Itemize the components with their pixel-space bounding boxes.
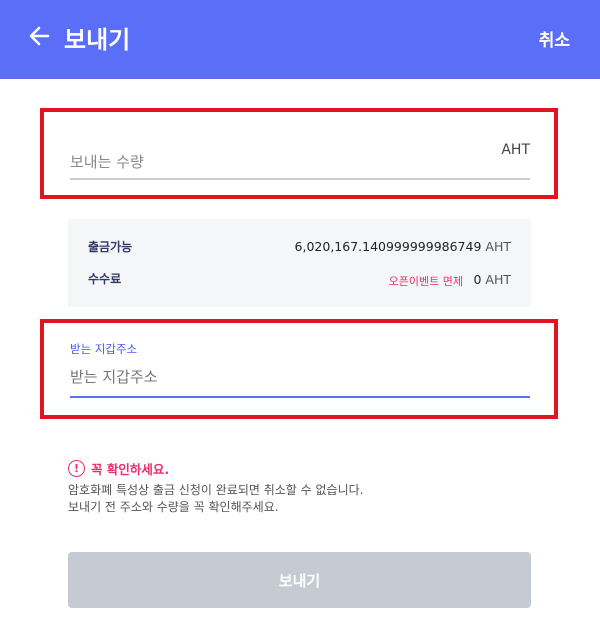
fee-event-badge: 오픈이벤트 면제 xyxy=(388,275,463,288)
fee-unit: AHT xyxy=(485,272,511,287)
fee-amount: 0 xyxy=(473,272,482,287)
amount-underline xyxy=(70,178,530,180)
notice-title: 꼭 확인하세요. xyxy=(91,461,170,477)
notice-title-row: ! 꼭 확인하세요. xyxy=(68,458,538,478)
notice-line-2: 보내기 전 주소와 수량을 꼭 확인해주세요. xyxy=(68,500,279,514)
exclamation-circle-icon: ! xyxy=(68,459,85,477)
arrow-left-icon xyxy=(29,26,50,46)
notice-line-1: 암호화폐 특성상 출금 신청이 완료되면 취소할 수 없습니다. xyxy=(68,483,364,497)
address-label: 받는 지갑주소 xyxy=(70,342,138,356)
amount-unit: AHT xyxy=(501,142,530,158)
fee-label: 수수료 xyxy=(88,272,122,286)
available-unit: AHT xyxy=(485,239,511,254)
available-value: 6,020,167.140999999986749 AHT xyxy=(295,239,511,254)
amount-input[interactable] xyxy=(70,150,440,174)
address-underline xyxy=(70,396,530,398)
notice-section: ! 꼭 확인하세요. 암호화폐 특성상 출금 신청이 완료되면 취소할 수 없습… xyxy=(68,458,538,516)
address-input[interactable] xyxy=(70,365,500,389)
address-field-group: 받는 지갑주소 xyxy=(40,319,558,419)
amount-field-group: AHT xyxy=(40,108,558,199)
send-button[interactable]: 보내기 xyxy=(68,552,531,608)
app-header: 보내기 취소 xyxy=(0,0,600,79)
notice-text: 암호화폐 특성상 출금 신청이 완료되면 취소할 수 없습니다. 보내기 전 주… xyxy=(68,482,538,516)
back-button[interactable] xyxy=(26,22,54,50)
fee-value: 0 AHT xyxy=(473,272,511,287)
available-amount: 6,020,167.140999999986749 xyxy=(294,239,482,254)
available-label: 출금가능 xyxy=(88,240,133,254)
page-title: 보내기 xyxy=(64,26,131,54)
balance-info-panel: 출금가능 6,020,167.140999999986749 AHT 수수료 오… xyxy=(68,219,531,307)
cancel-button[interactable]: 취소 xyxy=(539,26,570,51)
